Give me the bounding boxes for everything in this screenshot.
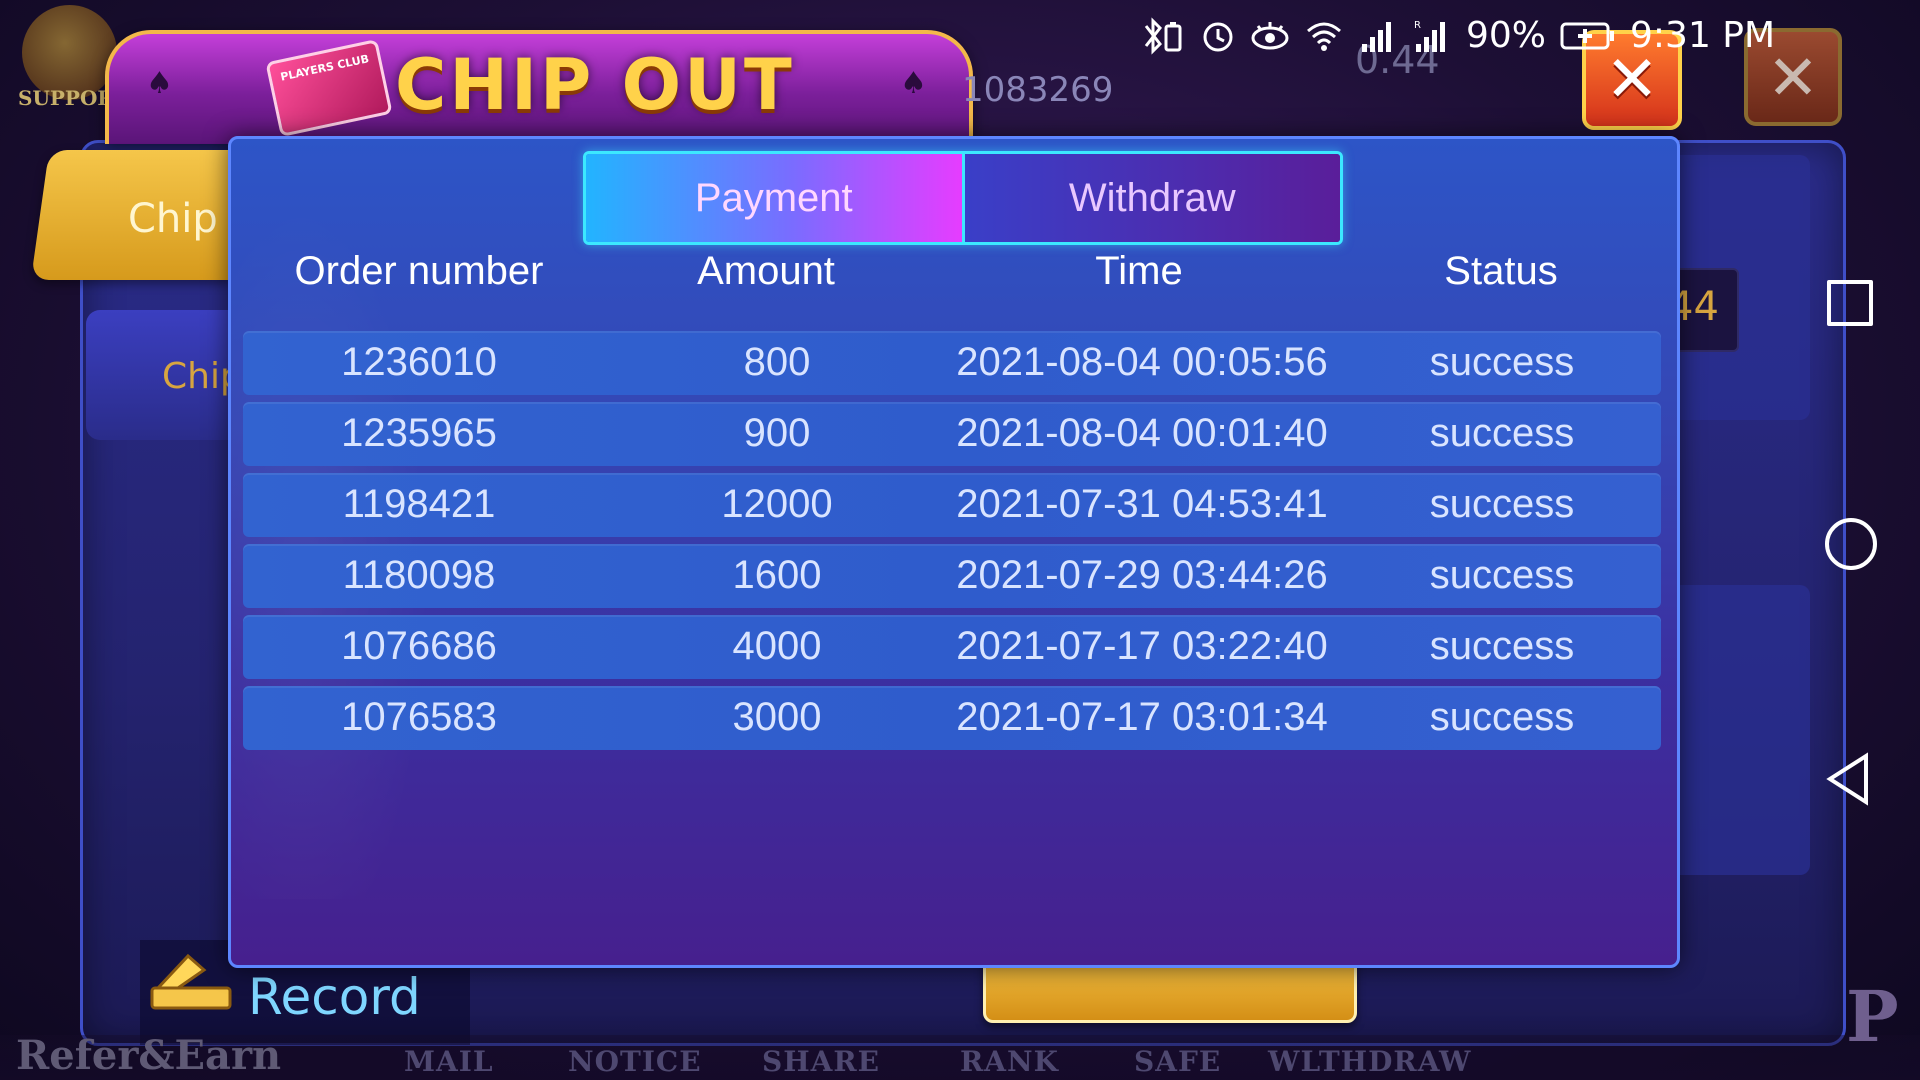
time-cell: 2021-07-17 03:22:40 (956, 624, 1328, 668)
tab-payment[interactable]: Payment (586, 154, 962, 242)
time-cell: 2021-07-17 03:01:34 (956, 695, 1328, 739)
table-header: Order number Amount Time Status (231, 249, 1677, 319)
record-ticket-icon (148, 948, 234, 1014)
table-row: 1198421 12000 2021-07-31 04:53:41 succes… (243, 473, 1661, 537)
amount-cell: 1600 (732, 553, 822, 597)
signal-roaming-icon: R (1412, 18, 1452, 54)
spade-icon: ♠ (900, 66, 927, 101)
status-cell: success (1429, 482, 1575, 526)
order-number-cell: 1198421 (342, 482, 496, 526)
column-header-amount: Amount (697, 249, 835, 293)
record-modal: Payment Withdraw Order number Amount Tim… (228, 136, 1680, 968)
signal-icon (1358, 18, 1398, 54)
nav-withdraw[interactable]: WLTHDRAW (1268, 1045, 1471, 1078)
table-row: 1180098 1600 2021-07-29 03:44:26 success (243, 544, 1661, 608)
nav-share[interactable]: SHARE (762, 1045, 880, 1078)
recent-apps-button[interactable] (1827, 280, 1873, 326)
column-header-status: Status (1444, 249, 1558, 293)
time-cell: 2021-08-04 00:01:40 (956, 411, 1328, 455)
user-id: 1083269 (962, 70, 1114, 110)
status-bar: R 90% 9:31 PM (1140, 8, 1775, 63)
order-number-cell: 1180098 (342, 553, 496, 597)
time-cell: 2021-07-29 03:44:26 (956, 553, 1328, 597)
status-cell: success (1429, 340, 1575, 384)
refer-earn-button[interactable]: Refer&Earn (16, 1032, 281, 1079)
amount-cell: 12000 (721, 482, 833, 526)
nav-safe[interactable]: SAFE (1134, 1045, 1221, 1078)
status-cell: success (1429, 624, 1575, 668)
wifi-icon (1304, 19, 1344, 53)
page-title: CHIP OUT (395, 44, 795, 126)
nav-rank[interactable]: RANK (960, 1045, 1059, 1078)
record-button[interactable]: Record (248, 968, 421, 1026)
status-cell: success (1429, 695, 1575, 739)
clock: 9:31 PM (1630, 15, 1776, 56)
p-badge: P (1846, 975, 1899, 1058)
order-number-cell: 1236010 (341, 340, 497, 384)
tab-withdraw[interactable]: Withdraw (961, 154, 1340, 242)
nav-mail[interactable]: MAIL (404, 1045, 494, 1078)
column-header-order-number: Order number (294, 249, 544, 293)
table-row: 1076686 4000 2021-07-17 03:22:40 success (243, 615, 1661, 679)
status-cell: success (1429, 411, 1575, 455)
home-button[interactable] (1825, 518, 1877, 570)
amount-cell: 900 (743, 411, 811, 455)
table-row: 1235965 900 2021-08-04 00:01:40 success (243, 402, 1661, 466)
amount-cell: 4000 (732, 624, 822, 668)
nav-notice[interactable]: NOTICE (568, 1045, 702, 1078)
spade-icon: ♠ (146, 66, 173, 101)
eye-comfort-icon (1250, 20, 1290, 52)
amount-cell: 3000 (732, 695, 822, 739)
time-cell: 2021-08-04 00:05:56 (956, 340, 1328, 384)
roaming-indicator: R (1414, 20, 1421, 31)
back-button[interactable] (1826, 752, 1872, 810)
battery-percent: 90% (1466, 15, 1547, 56)
order-table: 1236010 800 2021-08-04 00:05:56 success … (243, 331, 1661, 757)
column-header-time: Time (1095, 249, 1183, 293)
table-row: 1236010 800 2021-08-04 00:05:56 success (243, 331, 1661, 395)
right-panel (1660, 585, 1810, 875)
time-cell: 2021-07-31 04:53:41 (956, 482, 1328, 526)
order-number-cell: 1076583 (341, 695, 497, 739)
order-number-cell: 1076686 (341, 624, 497, 668)
bluetooth-battery-icon (1140, 16, 1186, 56)
tab-group: Payment Withdraw (583, 151, 1343, 245)
battery-charging-icon (1560, 20, 1616, 52)
alarm-icon (1200, 18, 1236, 54)
table-row: 1076583 3000 2021-07-17 03:01:34 success (243, 686, 1661, 750)
order-number-cell: 1235965 (341, 411, 497, 455)
amount-cell: 800 (743, 340, 811, 384)
status-cell: success (1429, 553, 1575, 597)
